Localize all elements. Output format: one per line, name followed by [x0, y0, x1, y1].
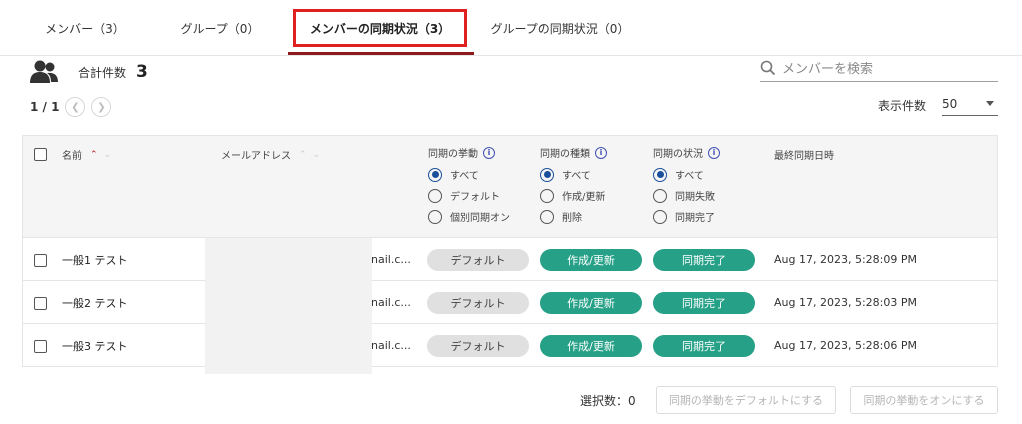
cell-last-sync: Aug 17, 2023, 5:28:03 PM	[774, 296, 917, 309]
cell-last-sync: Aug 17, 2023, 5:28:06 PM	[774, 339, 917, 352]
radio-status-failed[interactable]: 同期失敗	[653, 185, 715, 206]
table-row: 一般1 テスト nail.c... デフォルト 作成/更新 同期完了 Aug 1…	[23, 238, 997, 281]
info-icon[interactable]: i	[708, 146, 720, 159]
redacted-email-area	[205, 238, 372, 374]
header-name-label: 名前	[62, 151, 82, 162]
sort-asc-icon[interactable]: ⌃	[90, 150, 104, 160]
row-checkbox[interactable]	[34, 340, 47, 353]
member-sync-table: 名前 ⌃⌄ メールアドレス ⌃⌄ 同期の挙動 i すべて デフォルト 個別同期オ…	[22, 135, 998, 367]
header-sync-behavior-label: 同期の挙動	[428, 149, 478, 160]
radio-label: デフォルト	[450, 192, 500, 203]
header-sync-behavior: 同期の挙動 i	[428, 145, 495, 160]
cell-email: nail.c...	[371, 253, 411, 266]
header-sync-status-label: 同期の状況	[653, 149, 703, 160]
header-sync-type: 同期の種類 i	[540, 145, 607, 160]
next-page-button[interactable]: ❯	[91, 97, 112, 117]
row-checkbox[interactable]	[34, 254, 47, 267]
sort-asc-icon[interactable]: ⌃	[299, 150, 313, 160]
table-row: 一般3 テスト nail.c... デフォルト 作成/更新 同期完了 Aug 1…	[23, 324, 997, 367]
sort-icons[interactable]: ⌃⌄	[90, 150, 117, 160]
chevron-left-icon: ❮	[71, 101, 80, 113]
radio-status-complete[interactable]: 同期完了	[653, 206, 715, 227]
total-count-label: 合計件数	[78, 65, 127, 80]
caret-down-icon	[986, 101, 994, 106]
radio-behavior-individual[interactable]: 個別同期オン	[428, 206, 510, 227]
sort-desc-icon[interactable]: ⌄	[104, 150, 118, 160]
selected-count: 選択数：0	[580, 394, 636, 408]
prev-page-button[interactable]: ❮	[65, 97, 86, 117]
tab-group-sync-status[interactable]: グループの同期状況（0）	[480, 0, 640, 56]
radio-label: すべて	[675, 171, 704, 182]
summary: 合計件数 3	[30, 58, 148, 86]
cell-name: 一般2 テスト	[62, 297, 128, 310]
page-size-label: 表示件数	[878, 99, 927, 113]
radio-label: 個別同期オン	[450, 213, 510, 224]
header-sync-status: 同期の状況 i	[653, 145, 720, 160]
page-indicator: 1 / 1	[30, 100, 60, 114]
sync-type-badge: 作成/更新	[540, 292, 642, 314]
sync-behavior-filter: すべて デフォルト 個別同期オン	[428, 164, 510, 227]
page-size-value: 50	[942, 96, 958, 111]
search-icon	[760, 60, 776, 80]
radio-type-delete[interactable]: 削除	[540, 206, 605, 227]
header-sync-type-label: 同期の種類	[540, 149, 590, 160]
radio-type-all[interactable]: すべて	[540, 164, 605, 185]
page-size-select[interactable]: 50	[942, 92, 998, 116]
info-icon[interactable]: i	[595, 146, 607, 159]
tab-member-sync-status[interactable]: メンバーの同期状況（3）	[293, 9, 467, 47]
sync-status-badge: 同期完了	[653, 292, 755, 314]
pagination: 1 / 1 ❮ ❯	[30, 96, 112, 118]
sort-icons[interactable]: ⌃⌄	[299, 150, 326, 160]
member-search	[760, 58, 998, 82]
sync-status-badge: 同期完了	[653, 335, 755, 357]
tab-members[interactable]: メンバー（3）	[30, 0, 140, 56]
radio-behavior-all[interactable]: すべて	[428, 164, 510, 185]
row-checkbox[interactable]	[34, 297, 47, 310]
chevron-right-icon: ❯	[97, 101, 106, 113]
cell-email: nail.c...	[371, 339, 411, 352]
select-all-checkbox[interactable]	[34, 148, 47, 161]
info-icon[interactable]: i	[483, 146, 495, 159]
sync-status-badge: 同期完了	[653, 249, 755, 271]
sort-desc-icon[interactable]: ⌄	[313, 150, 327, 160]
table-header: 名前 ⌃⌄ メールアドレス ⌃⌄ 同期の挙動 i すべて デフォルト 個別同期オ…	[23, 136, 997, 238]
set-on-button[interactable]: 同期の挙動をオンにする	[850, 386, 998, 414]
total-count-value: 3	[136, 62, 148, 82]
radio-behavior-default[interactable]: デフォルト	[428, 185, 510, 206]
people-icon	[30, 58, 58, 86]
sync-behavior-badge: デフォルト	[427, 335, 529, 357]
radio-status-all[interactable]: すべて	[653, 164, 715, 185]
cell-last-sync: Aug 17, 2023, 5:28:09 PM	[774, 253, 917, 266]
radio-label: すべて	[562, 171, 591, 182]
header-last-sync: 最終同期日時	[774, 147, 834, 162]
tab-bar: メンバー（3） グループ（0） メンバーの同期状況（3） グループの同期状況（0…	[0, 0, 1022, 56]
set-default-button[interactable]: 同期の挙動をデフォルトにする	[656, 386, 836, 414]
sync-status-filter: すべて 同期失敗 同期完了	[653, 164, 715, 227]
sync-behavior-badge: デフォルト	[427, 249, 529, 271]
header-last-sync-label: 最終同期日時	[774, 151, 834, 162]
sync-type-badge: 作成/更新	[540, 335, 642, 357]
header-email-label: メールアドレス	[221, 151, 291, 162]
radio-label: 作成/更新	[562, 192, 606, 203]
sync-type-badge: 作成/更新	[540, 249, 642, 271]
radio-label: すべて	[450, 171, 479, 182]
table-row: 一般2 テスト nail.c... デフォルト 作成/更新 同期完了 Aug 1…	[23, 281, 997, 324]
radio-label: 削除	[562, 213, 582, 224]
radio-label: 同期完了	[675, 213, 715, 224]
radio-label: 同期失敗	[675, 192, 715, 203]
cell-email: nail.c...	[371, 296, 411, 309]
cell-name: 一般1 テスト	[62, 254, 128, 267]
sync-behavior-badge: デフォルト	[427, 292, 529, 314]
search-input[interactable]	[782, 62, 992, 77]
cell-name: 一般3 テスト	[62, 340, 128, 353]
header-email[interactable]: メールアドレス ⌃⌄	[221, 147, 326, 163]
header-name[interactable]: 名前 ⌃⌄	[62, 147, 117, 163]
tab-groups[interactable]: グループ（0）	[160, 0, 280, 56]
radio-type-create-update[interactable]: 作成/更新	[540, 185, 605, 206]
sync-type-filter: すべて 作成/更新 削除	[540, 164, 605, 227]
active-tab-indicator	[288, 52, 474, 55]
